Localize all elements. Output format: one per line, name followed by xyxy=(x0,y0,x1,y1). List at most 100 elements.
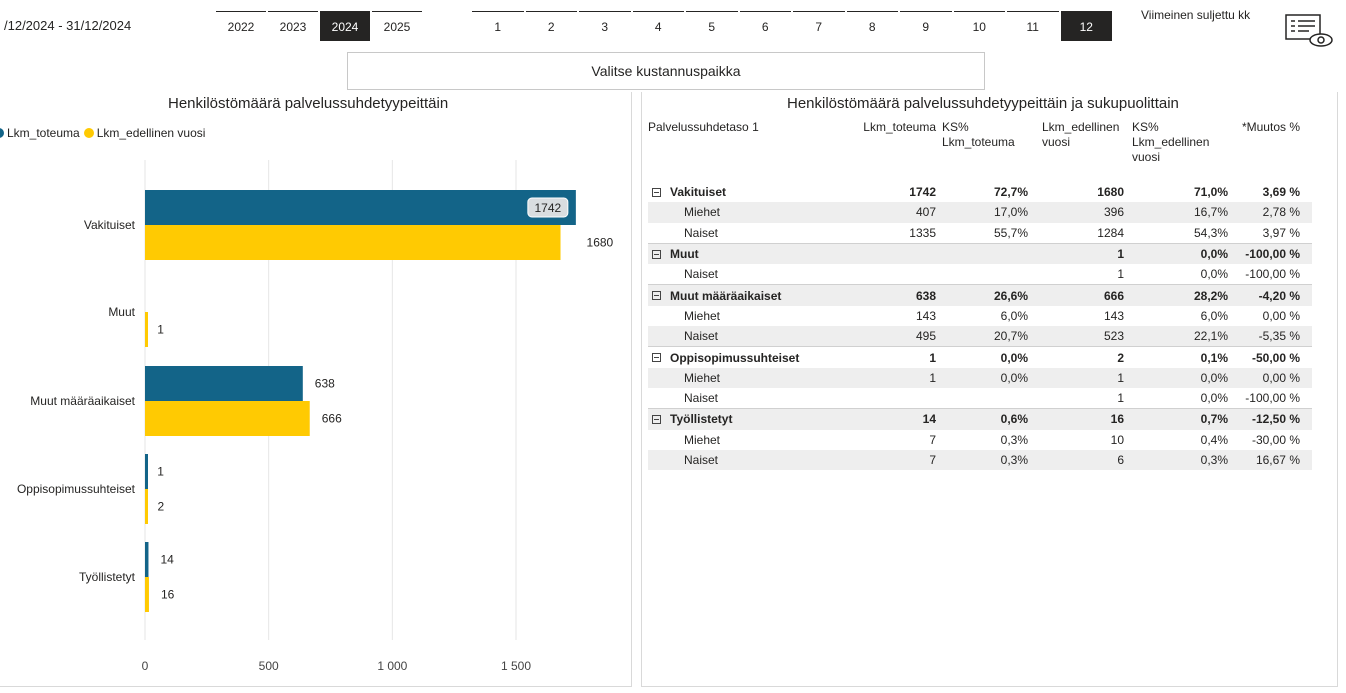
chart-legend: Lkm_toteuma Lkm_edellinen vuosi xyxy=(0,126,209,140)
table-cell: -12,50 % xyxy=(1251,412,1300,427)
table-cell: -5,35 % xyxy=(1258,329,1300,344)
month-option-12[interactable]: 12 xyxy=(1060,11,1112,41)
row-label: Miehet xyxy=(648,205,848,219)
table-row[interactable]: Naiset 1 0,0% -100,00 % xyxy=(648,388,1312,408)
table-cell: 2 xyxy=(1117,350,1124,365)
table-cell: 0,1% xyxy=(1200,350,1228,365)
y-category-label: Oppisopimussuhteiset xyxy=(17,482,136,496)
bar-current[interactable] xyxy=(145,454,148,489)
table-row[interactable]: Miehet 1 0,0% 1 0,0% 0,00 % xyxy=(648,367,1312,388)
bar-current[interactable] xyxy=(145,542,149,577)
collapse-icon[interactable] xyxy=(652,414,661,424)
legend-item-previous[interactable]: Lkm_edellinen vuosi xyxy=(83,126,205,140)
row-label: Muut xyxy=(648,247,848,261)
month-option-6[interactable]: 6 xyxy=(739,11,791,41)
table-cell: -30,00 % xyxy=(1251,432,1300,447)
table-cell: -100,00 % xyxy=(1245,267,1300,282)
table-group-row[interactable]: Oppisopimussuhteiset 1 0,0% 2 0,1% -50,00 % xyxy=(648,346,1312,367)
y-category-label: Muut xyxy=(108,305,135,319)
col-header-lkm-edellinen[interactable]: Lkm_edellinen vuosi xyxy=(1028,120,1124,150)
row-label: Muut määräaikaiset xyxy=(648,289,848,303)
col-header-ks-toteuma[interactable]: KS% Lkm_toteuma xyxy=(936,120,1028,150)
month-option-9[interactable]: 9 xyxy=(900,11,952,41)
data-label: 1742 xyxy=(535,201,562,215)
collapse-icon[interactable] xyxy=(652,249,661,259)
col-header-level[interactable]: Palvelussuhdetaso 1 xyxy=(648,120,848,135)
year-option-2024[interactable]: 2024 xyxy=(320,11,370,41)
child-label: Naiset xyxy=(684,453,719,467)
table-cell: 7 xyxy=(929,453,936,467)
month-option-5[interactable]: 5 xyxy=(686,11,738,41)
month-option-3[interactable]: 3 xyxy=(579,11,631,41)
row-label: Naiset xyxy=(648,329,848,343)
bar-previous[interactable] xyxy=(145,401,310,436)
table-cell: 3,69 % xyxy=(1262,185,1300,200)
select-cost-center-button[interactable]: Valitse kustannuspaikka xyxy=(347,52,985,90)
table-row[interactable]: Miehet 143 6,0% 143 6,0% 0,00 % xyxy=(648,306,1312,326)
collapse-icon[interactable] xyxy=(652,291,661,301)
table-cell: 6 xyxy=(1117,453,1124,467)
table-cell: 407 xyxy=(915,205,936,220)
table-cell: 55,7% xyxy=(993,225,1028,240)
table-cell: 0,7% xyxy=(1200,412,1228,427)
month-option-11[interactable]: 11 xyxy=(1007,11,1059,41)
table-group-row[interactable]: Muut määräaikaiset 638 26,6% 666 28,2% -4,20 … xyxy=(648,284,1312,306)
table-group-row[interactable]: Vakituiset 1742 72,7% 1680 71,0% 3,69 % xyxy=(648,182,1312,202)
table-row[interactable]: Naiset 1 0,0% -100,00 % xyxy=(648,264,1312,284)
child-label: Miehet xyxy=(684,432,721,447)
year-option-2023[interactable]: 2023 xyxy=(268,11,318,41)
year-option-2025[interactable]: 2025 xyxy=(372,11,422,41)
table-cell: 0,00 % xyxy=(1262,308,1300,323)
month-option-10[interactable]: 10 xyxy=(953,11,1005,41)
col-header-lkm-toteuma[interactable]: Lkm_toteuma xyxy=(848,120,936,135)
bar-current[interactable] xyxy=(145,190,576,225)
table-cell: 1 xyxy=(929,370,936,385)
table-row[interactable]: Naiset 7 0,3% 6 0,3% 16,67 % xyxy=(648,449,1312,471)
table-row[interactable]: Miehet 7 0,3% 10 0,4% -30,00 % xyxy=(648,430,1312,450)
x-tick-label: 1 500 xyxy=(501,659,531,673)
table-row[interactable]: Naiset 495 20,7% 523 22,1% -5,35 % xyxy=(648,326,1312,347)
x-tick-label: 0 xyxy=(142,659,149,673)
table-cell: 26,6% xyxy=(993,288,1028,303)
table-row[interactable]: Miehet 407 17,0% 396 16,7% 2,78 % xyxy=(648,202,1312,223)
bar-previous[interactable] xyxy=(145,577,149,612)
month-option-4[interactable]: 4 xyxy=(632,11,684,41)
bar-previous[interactable] xyxy=(145,489,148,524)
y-category-label: Vakituiset xyxy=(84,218,136,232)
data-label: 1 xyxy=(157,465,164,479)
x-tick-label: 1 000 xyxy=(377,659,407,673)
month-option-2[interactable]: 2 xyxy=(525,11,577,41)
table-cell: 1742 xyxy=(909,185,936,200)
table-cell: 72,7% xyxy=(993,185,1028,200)
month-option-8[interactable]: 8 xyxy=(846,11,898,41)
year-option-2022[interactable]: 2022 xyxy=(216,11,266,41)
collapse-icon[interactable] xyxy=(652,187,661,197)
child-label: Miehet xyxy=(684,370,721,385)
bar-current[interactable] xyxy=(145,366,303,401)
collapse-icon[interactable] xyxy=(652,353,661,363)
table-cell: 1680 xyxy=(1097,185,1124,200)
month-option-7[interactable]: 7 xyxy=(793,11,845,41)
report-view-icon[interactable] xyxy=(1285,13,1335,49)
col-header-ks-edellinen[interactable]: KS% Lkm_edellinen vuosi xyxy=(1124,120,1228,165)
table-row[interactable]: Naiset 1335 55,7% 1284 54,3% 3,97 % xyxy=(648,223,1312,243)
month-option-1[interactable]: 1 xyxy=(472,11,524,41)
table-cell: 143 xyxy=(915,308,936,323)
table-cell: 495 xyxy=(915,329,936,344)
col-header-muutos[interactable]: *Muutos % xyxy=(1228,120,1300,135)
legend-item-current[interactable]: Lkm_toteuma xyxy=(0,126,80,140)
table-group-row[interactable]: Työllistetyt 14 0,6% 16 0,7% -12,50 % xyxy=(648,408,1312,430)
table-cell: 1335 xyxy=(909,225,936,240)
row-label: Naiset xyxy=(648,391,848,405)
table-cell: 638 xyxy=(915,288,936,303)
child-label: Naiset xyxy=(684,391,719,406)
row-label: Naiset xyxy=(648,226,848,240)
table-cell: 1284 xyxy=(1097,225,1124,240)
table-cell: 16,7% xyxy=(1193,205,1228,220)
bar-previous[interactable] xyxy=(145,225,561,260)
table-group-row[interactable]: Muut 1 0,0% -100,00 % xyxy=(648,242,1312,265)
table-cell: 0,3% xyxy=(1200,453,1228,467)
bar-previous[interactable] xyxy=(145,312,148,347)
table-cell: 0,4% xyxy=(1200,432,1228,447)
y-category-label: Muut määräaikaiset xyxy=(30,394,135,408)
